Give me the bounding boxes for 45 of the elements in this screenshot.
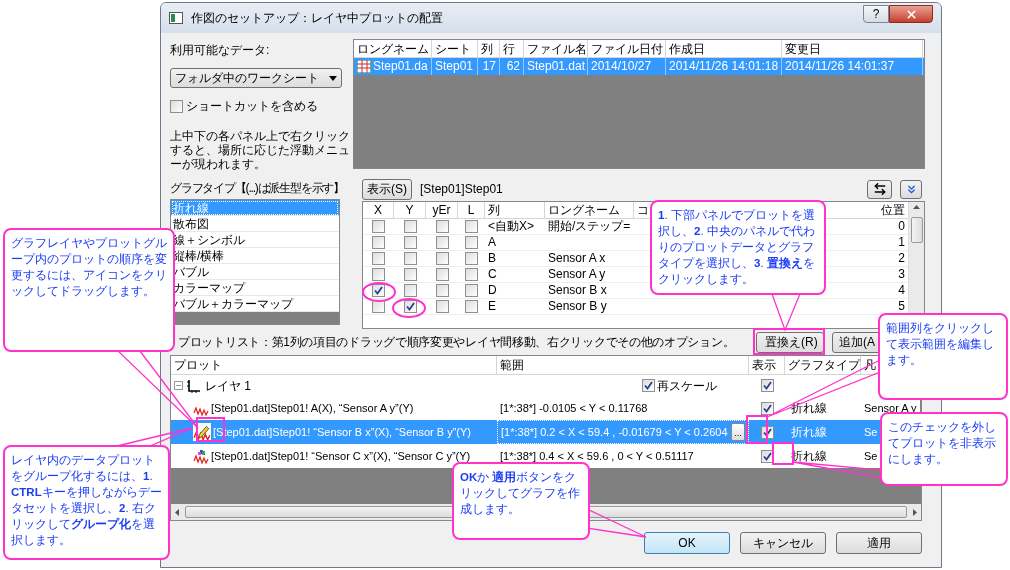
available-data-label: 利用可能なデータ: [170, 42, 271, 59]
table-cell: Step01.dat [524, 58, 588, 75]
table-cell-text: 5 [897, 299, 906, 314]
table-cell-text: Sensor A x [547, 251, 607, 266]
table-cell-text: 2 [897, 251, 906, 266]
hint-tooltip: 1. 下部パネルでプロットを選択し、2. 中央のパネルで代わりのプロットデータとグラフタイプを選択し、3. 置換えをクリックします。 [650, 200, 826, 295]
table-cell-text: 折れ線 [790, 424, 828, 441]
graph-type-label: グラフタイプ【(...)は派生型を示す】 [170, 182, 344, 195]
table-cell: 62 [500, 58, 524, 75]
plot-list-label: プロットリスト：第1列の項目のドラッグで順序変更やレイヤ間移動、右クリックでその他のオプション。 [178, 334, 735, 351]
hint-tooltip: グラフレイヤやプロットグループ内のプロットの順序を変更するには、アイコンをクリックしてドラッグします。 [3, 228, 175, 352]
hint-tooltip: レイヤ内のデータプロットをグループ化するには、1. CTRLキーを押しながらデータセットを選択し、2. 右クリックしてグループ化を選択します。 [3, 445, 170, 560]
hint-tooltip: 範囲列をクリックして表示範囲を編集します。 [878, 313, 1008, 400]
table-cell-text: B [487, 251, 497, 266]
table-cell-text: Sensor B x [547, 283, 608, 298]
table-cell-text: C [487, 267, 498, 282]
table-cell-text: 開始/ステップ= [547, 219, 632, 234]
hint-tooltip: OKか 適用ボタンをクリックしてグラフを作成します。 [452, 462, 590, 540]
table-cell-text: 折れ線 [790, 400, 828, 417]
worksheet-name: [Step01]Step01 [420, 181, 503, 198]
table-cell: Step01.da [354, 58, 432, 75]
hint-tooltip: このチェックを外してプロットを非表示にします。 [880, 412, 1008, 486]
checkbox-label: ショートカットを含める [186, 98, 318, 115]
window-title: 作図のセットアップ：レイヤ中プロットの配置 [191, 10, 443, 27]
table-cell-text: 1 [897, 235, 906, 250]
table-cell-text: 3 [897, 267, 906, 282]
plot-label: [Step01.dat]Step01! “Sensor C x”(X), “Sensor C y”(Y) [211, 448, 471, 464]
hint-text: 上中下の各パネル上で右クリックすると、場所に応じた浮動メニューが現われます。 [170, 129, 350, 171]
table-cell-text: Sensor A y [547, 267, 607, 282]
table-cell-text: <自動X> [487, 219, 536, 234]
table-cell-text: D [487, 283, 498, 298]
table-cell: 17 [478, 58, 500, 75]
table-cell-text: Sensor B y [547, 299, 608, 314]
table-cell-text: A [487, 235, 497, 250]
table-cell-text: Se [863, 448, 879, 464]
table-cell-text: Se [863, 424, 879, 440]
rescale-label: 再スケール [657, 377, 717, 395]
table-cell: 2014/11/26 14:01:37 [782, 58, 923, 75]
table-cell: 2014/10/27 [588, 58, 666, 75]
table-cell-text: E [487, 299, 497, 314]
table-cell: 2014/11/26 14:01:18 [666, 58, 782, 75]
table-cell-text: 4 [897, 283, 906, 298]
table-cell-text: 0 [897, 219, 906, 234]
plot-label: [Step01.dat]Step01! A(X), “Sensor A y”(Y) [211, 400, 414, 416]
table-cell: Step01 [432, 58, 478, 75]
